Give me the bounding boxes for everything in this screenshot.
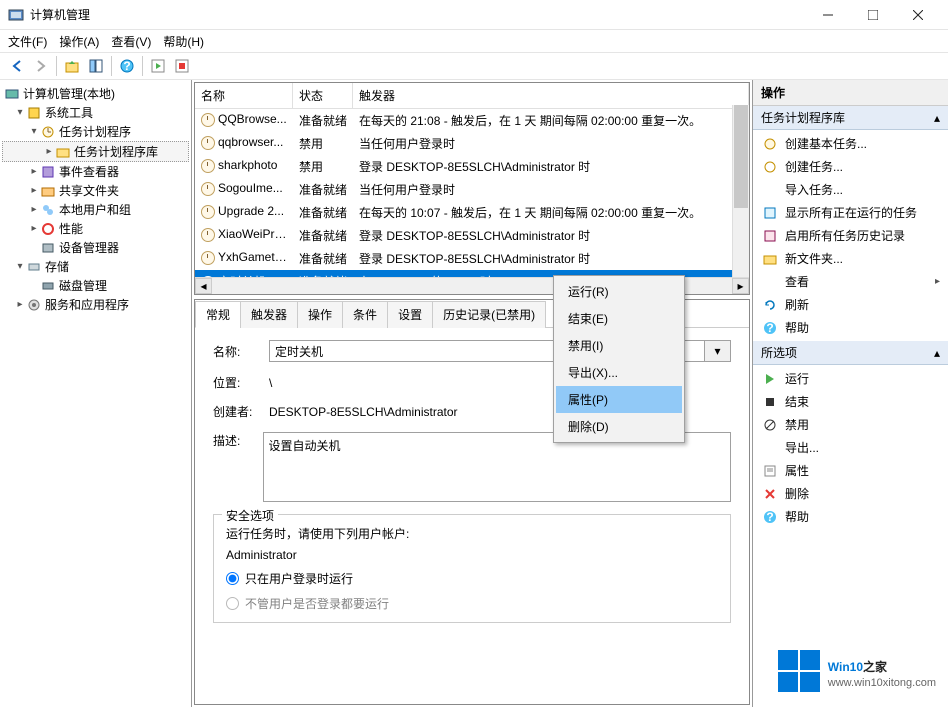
menu-action[interactable]: 操作(A): [59, 33, 99, 50]
tree-system-tools[interactable]: ▾系统工具: [2, 103, 189, 122]
security-legend: 安全选项: [222, 507, 278, 524]
action-run[interactable]: 运行: [757, 367, 944, 390]
tree-storage[interactable]: ▾存储: [2, 257, 189, 276]
run-button[interactable]: [147, 55, 169, 77]
security-user: Administrator: [226, 548, 718, 562]
action-create[interactable]: 创建任务...: [757, 155, 944, 178]
tree-event-viewer[interactable]: ▸事件查看器: [2, 162, 189, 181]
column-name[interactable]: 名称: [195, 83, 293, 108]
ctx-export[interactable]: 导出(X)...: [556, 359, 682, 386]
action-enable-history[interactable]: 启用所有任务历史记录: [757, 224, 944, 247]
menu-help[interactable]: 帮助(H): [163, 33, 204, 50]
action-props[interactable]: 属性: [757, 459, 944, 482]
location-value: \: [269, 376, 272, 390]
task-row[interactable]: YxhGametray准备就绪登录 DESKTOP-8E5SLCH\Admini…: [195, 247, 749, 270]
window-title: 计算机管理: [30, 6, 805, 23]
help-button[interactable]: ?: [116, 55, 138, 77]
task-row[interactable]: sharkphoto禁用登录 DESKTOP-8E5SLCH\Administr…: [195, 155, 749, 178]
name-browse-button[interactable]: ▾: [705, 340, 731, 362]
action-end[interactable]: 结束: [757, 390, 944, 413]
windows-logo-icon: [778, 650, 820, 692]
ctx-end[interactable]: 结束(E): [556, 305, 682, 332]
actions-header: 操作: [753, 80, 948, 106]
action-export[interactable]: 导出...: [757, 436, 944, 459]
task-row[interactable]: SogouIme...准备就绪当任何用户登录时: [195, 178, 749, 201]
action-view[interactable]: 查看▸: [757, 270, 944, 293]
vertical-scrollbar[interactable]: [732, 105, 749, 277]
task-row[interactable]: QQBrowse...准备就绪在每天的 21:08 - 触发后，在 1 天 期间…: [195, 109, 749, 132]
tab-history[interactable]: 历史记录(已禁用): [432, 301, 546, 328]
tab-triggers[interactable]: 触发器: [240, 301, 298, 328]
menu-file[interactable]: 文件(F): [8, 33, 47, 50]
tab-general[interactable]: 常规: [195, 301, 241, 328]
task-list-header[interactable]: 名称 状态 触发器: [195, 83, 749, 109]
minimize-button[interactable]: [805, 0, 850, 29]
tab-actions[interactable]: 操作: [297, 301, 343, 328]
action-new-folder[interactable]: 新文件夹...: [757, 247, 944, 270]
close-button[interactable]: [895, 0, 940, 29]
action-import[interactable]: 导入任务...: [757, 178, 944, 201]
task-row[interactable]: Upgrade 2...准备就绪在每天的 10:07 - 触发后，在 1 天 期…: [195, 201, 749, 224]
radio-logged-on[interactable]: [226, 572, 239, 585]
svg-text:?: ?: [123, 59, 130, 73]
menu-view[interactable]: 查看(V): [111, 33, 151, 50]
stop-button[interactable]: [171, 55, 193, 77]
tab-conditions[interactable]: 条件: [342, 301, 388, 328]
task-row[interactable]: XiaoWeiPri...准备就绪登录 DESKTOP-8E5SLCH\Admi…: [195, 224, 749, 247]
up-button[interactable]: [61, 55, 83, 77]
desc-label: 描述:: [213, 432, 263, 449]
task-list[interactable]: 名称 状态 触发器 QQBrowse...准备就绪在每天的 21:08 - 触发…: [194, 82, 750, 295]
actions-section-selected[interactable]: 所选项▴: [753, 341, 948, 365]
svg-text:?: ?: [766, 321, 773, 335]
actions-pane: 操作 任务计划程序库▴ 创建基本任务... 创建任务... 导入任务... 显示…: [753, 80, 948, 707]
task-row[interactable]: qqbrowser...禁用当任何用户登录时: [195, 132, 749, 155]
security-options: 安全选项 运行任务时，请使用下列用户帐户: Administrator 只在用户…: [213, 514, 731, 623]
tree-performance[interactable]: ▸性能: [2, 219, 189, 238]
actions-section-library[interactable]: 任务计划程序库▴: [753, 106, 948, 130]
column-status[interactable]: 状态: [293, 83, 353, 108]
forward-button[interactable]: [30, 55, 52, 77]
action-disable[interactable]: 禁用: [757, 413, 944, 436]
menu-bar: 文件(F) 操作(A) 查看(V) 帮助(H): [0, 30, 948, 52]
back-button[interactable]: [6, 55, 28, 77]
tree-task-scheduler[interactable]: ▾任务计划程序: [2, 122, 189, 141]
tree-disk-management[interactable]: ▸磁盘管理: [2, 276, 189, 295]
view-button[interactable]: [85, 55, 107, 77]
action-show-running[interactable]: 显示所有正在运行的任务: [757, 201, 944, 224]
tree-users-groups[interactable]: ▸本地用户和组: [2, 200, 189, 219]
navigation-tree[interactable]: 计算机管理(本地) ▾系统工具 ▾任务计划程序 ▸任务计划程序库 ▸事件查看器 …: [0, 80, 192, 707]
tree-task-library[interactable]: ▸任务计划程序库: [2, 141, 189, 162]
tree-services-apps[interactable]: ▸服务和应用程序: [2, 295, 189, 314]
context-menu: 运行(R) 结束(E) 禁用(I) 导出(X)... 属性(P) 删除(D): [553, 275, 685, 443]
action-help2[interactable]: ?帮助: [757, 505, 944, 528]
ctx-disable[interactable]: 禁用(I): [556, 332, 682, 359]
ctx-properties[interactable]: 属性(P): [556, 386, 682, 413]
tab-settings[interactable]: 设置: [387, 301, 433, 328]
tree-root[interactable]: 计算机管理(本地): [2, 84, 189, 103]
tree-shared-folders[interactable]: ▸共享文件夹: [2, 181, 189, 200]
action-refresh[interactable]: 刷新: [757, 293, 944, 316]
creator-label: 创建者:: [213, 403, 269, 420]
watermark: Win10之家 www.win10xitong.com: [778, 650, 936, 692]
toolbar: ?: [0, 52, 948, 80]
security-hint: 运行任务时，请使用下列用户帐户:: [226, 525, 718, 542]
maximize-button[interactable]: [850, 0, 895, 29]
ctx-run[interactable]: 运行(R): [556, 278, 682, 305]
svg-text:?: ?: [766, 510, 773, 524]
column-trigger[interactable]: 触发器: [353, 83, 749, 108]
name-label: 名称:: [213, 343, 269, 360]
action-help[interactable]: ?帮助: [757, 316, 944, 339]
ctx-delete[interactable]: 删除(D): [556, 413, 682, 440]
radio-any[interactable]: [226, 597, 239, 610]
action-create-basic[interactable]: 创建基本任务...: [757, 132, 944, 155]
action-delete[interactable]: 删除: [757, 482, 944, 505]
creator-value: DESKTOP-8E5SLCH\Administrator: [269, 405, 458, 419]
tree-device-manager[interactable]: ▸设备管理器: [2, 238, 189, 257]
title-bar: 计算机管理: [0, 0, 948, 30]
app-icon: [8, 7, 24, 23]
location-label: 位置:: [213, 374, 269, 391]
